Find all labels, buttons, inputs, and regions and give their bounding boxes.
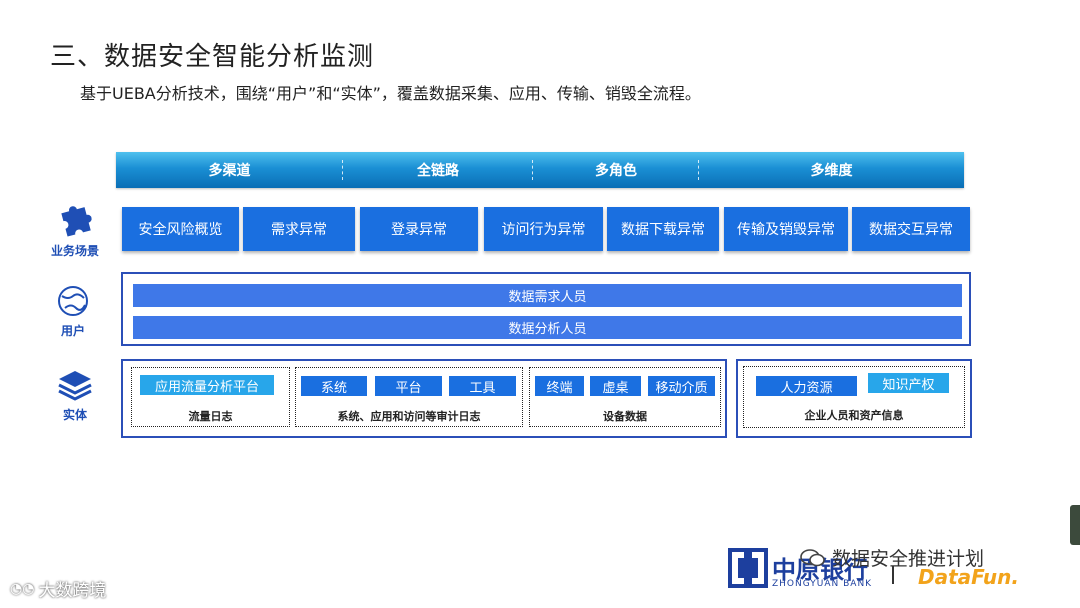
business-label-text: 业务场景	[50, 244, 99, 258]
slide: 三、数据安全智能分析监测 基于UEBA分析技术，围绕“用户”和“实体”，覆盖数据…	[0, 0, 1080, 608]
scenario-button[interactable]: 安全风险概览	[122, 207, 239, 251]
watermark-logo-icon: ◔◔	[10, 580, 35, 597]
edge-tab	[1070, 505, 1080, 545]
entity-button[interactable]: 虚桌	[590, 376, 641, 396]
scenario-button[interactable]: 传输及销毁异常	[724, 207, 848, 251]
banner-segment: 多维度	[699, 152, 964, 188]
entity-label: 实体	[45, 368, 105, 423]
bottom-left-watermark-text: 大数跨境	[38, 581, 107, 601]
scenario-button[interactable]: 登录异常	[360, 207, 478, 251]
banner-label: 全链路	[417, 163, 459, 179]
layers-icon	[58, 371, 92, 401]
scenario-button[interactable]: 数据下载异常	[607, 207, 719, 251]
banner-segment: 多渠道	[116, 152, 343, 188]
user-role-bar[interactable]: 数据分析人员	[133, 316, 962, 339]
scenario-button[interactable]: 需求异常	[243, 207, 355, 251]
puzzle-icon	[61, 206, 92, 237]
banner-label: 多角色	[595, 163, 637, 179]
bank-emblem-icon	[728, 548, 768, 588]
banner-label: 多维度	[810, 163, 853, 179]
entity-caption: 流量日志	[188, 410, 233, 423]
globe-icon	[58, 286, 88, 316]
banner-label: 多渠道	[208, 163, 251, 179]
entity-button[interactable]: 系统	[301, 376, 367, 396]
entity-button[interactable]: 工具	[449, 376, 516, 396]
entity-caption: 企业人员和资产信息	[804, 409, 904, 422]
business-scenario-label: 业务场景	[45, 198, 105, 259]
datafun-logo: DataFun.	[918, 565, 1019, 589]
entity-button[interactable]: 应用流量分析平台	[140, 375, 274, 395]
banner-segment: 多角色	[533, 152, 699, 188]
user-role-bar[interactable]: 数据需求人员	[133, 284, 962, 307]
slide-subtitle: 基于UEBA分析技术，围绕“用户”和“实体”，覆盖数据采集、应用、传输、销毁全流…	[80, 84, 701, 103]
entity-button[interactable]: 终端	[535, 376, 584, 396]
bottom-left-watermark: ◔◔ 大数跨境	[10, 576, 107, 602]
banner-segment: 全链路	[343, 152, 533, 188]
entity-button[interactable]: 平台	[375, 376, 442, 396]
user-label-text: 用户	[60, 324, 85, 338]
user-label: 用户	[43, 284, 103, 339]
entity-caption: 系统、应用和访问等审计日志	[337, 410, 481, 423]
entity-button[interactable]: 人力资源	[756, 376, 857, 396]
slide-title: 三、数据安全智能分析监测	[50, 42, 375, 72]
entity-caption: 设备数据	[603, 410, 647, 423]
dimension-banner: 多渠道 全链路 多角色 多维度	[116, 152, 964, 188]
scenario-button[interactable]: 数据交互异常	[852, 207, 970, 251]
entity-button[interactable]: 知识产权	[868, 373, 949, 393]
bank-logo-en: ZHONGYUAN BANK	[772, 579, 873, 589]
scenario-button[interactable]: 访问行为异常	[484, 207, 603, 251]
wechat-icon	[800, 548, 825, 566]
entity-label-text: 实体	[62, 408, 87, 422]
entity-button[interactable]: 移动介质	[648, 376, 715, 396]
